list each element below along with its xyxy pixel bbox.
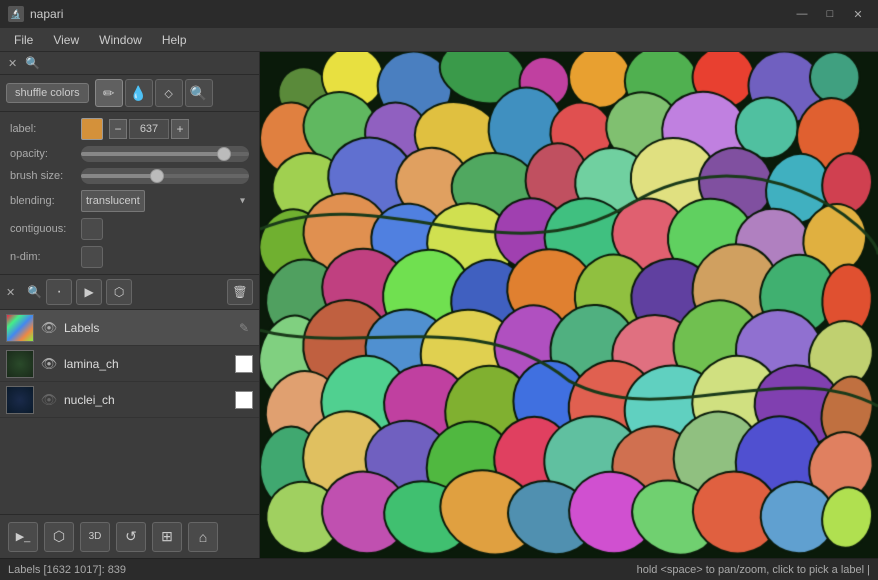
trash-icon: 🗑 xyxy=(232,285,247,299)
grid-button[interactable]: ⊞ xyxy=(152,522,182,552)
ndim-toggle[interactable] xyxy=(81,246,103,268)
erase-button[interactable]: ◇ xyxy=(155,79,183,107)
plugin-icon: ⬡ xyxy=(53,528,65,545)
close-button[interactable]: ✕ xyxy=(846,5,870,23)
3d-button[interactable]: 3D xyxy=(80,522,110,552)
blending-row: blending: translucent additive opaque xyxy=(10,190,249,212)
minimize-button[interactable]: — xyxy=(790,5,814,23)
layer-item-labels[interactable]: 👁 Labels ✎ xyxy=(0,310,259,346)
label-decrement-button[interactable]: − xyxy=(109,119,127,139)
grid-icon: ⊞ xyxy=(161,528,173,545)
opacity-label: opacity: xyxy=(10,148,75,160)
main-canvas[interactable] xyxy=(260,52,878,558)
zoom-icon: 🔍 xyxy=(190,85,207,102)
window-title: napari xyxy=(30,7,63,21)
erase-icon: ◇ xyxy=(164,87,172,100)
layer-close-icon[interactable]: ✕ xyxy=(6,286,15,299)
point-tool-button[interactable]: · xyxy=(46,279,72,305)
contiguous-label: contiguous: xyxy=(10,223,75,235)
layer-thumbnail-labels xyxy=(6,314,34,342)
layer-toolbar: ✕ 🔍 · ▶ ⬡ 🗑 xyxy=(0,275,259,310)
menubar: File View Window Help xyxy=(0,28,878,52)
zoom-button[interactable]: 🔍 xyxy=(185,79,213,107)
blending-select-wrapper: translucent additive opaque xyxy=(81,190,249,212)
home-icon: ⌂ xyxy=(199,529,207,545)
brush-size-label: brush size: xyxy=(10,170,75,182)
label-row: label: − 637 + xyxy=(10,118,249,140)
app-icon: 🔬 xyxy=(8,6,24,22)
label-number-control: − 637 + xyxy=(109,119,189,139)
titlebar: 🔬 napari — □ ✕ xyxy=(0,0,878,28)
statusbar: Labels [1632 1017]: 839 hold <space> to … xyxy=(0,558,878,580)
label-text-label: label: xyxy=(10,123,75,135)
blending-label: blending: xyxy=(10,195,75,207)
delete-area: 🗑 xyxy=(227,279,253,305)
layer-thumbnail-nuclei xyxy=(6,386,34,414)
brush-size-row: brush size: xyxy=(10,168,249,184)
contiguous-toggle[interactable] xyxy=(81,218,103,240)
statusbar-right: hold <space> to pan/zoom, click to pick … xyxy=(637,564,870,576)
polygon-icon: ⬡ xyxy=(114,285,124,299)
layer-visibility-nuclei[interactable]: 👁 xyxy=(40,391,58,409)
label-increment-button[interactable]: + xyxy=(171,119,189,139)
main-layout: ✕ 🔍 shuffle colors ✏ 💧 ◇ 🔍 label: xyxy=(0,52,878,558)
left-panel: ✕ 🔍 shuffle colors ✏ 💧 ◇ 🔍 label: xyxy=(0,52,260,558)
point-icon: · xyxy=(57,283,62,301)
paint-brush-icon: ✏ xyxy=(103,85,115,102)
plugin-button[interactable]: ⬡ xyxy=(44,522,74,552)
panel-close-icon[interactable]: ✕ xyxy=(8,57,17,70)
ndim-label: n-dim: xyxy=(10,251,75,263)
layer-edit-icon-labels: ✎ xyxy=(235,319,253,337)
layer-color-indicator-lamina xyxy=(235,355,253,373)
contiguous-row: contiguous: xyxy=(10,218,249,240)
layer-item-nuclei[interactable]: 👁 nuclei_ch xyxy=(0,382,259,418)
menu-window[interactable]: Window xyxy=(89,31,152,49)
titlebar-controls: — □ ✕ xyxy=(790,5,870,23)
layer-name-lamina: lamina_ch xyxy=(64,357,235,371)
layer-search-icon[interactable]: 🔍 xyxy=(27,285,42,299)
layers-list: 👁 Labels ✎ 👁 lamina_ch 👁 nuclei_ch xyxy=(0,310,259,514)
arrow-icon: ▶ xyxy=(85,285,94,299)
layer-visibility-labels[interactable]: 👁 xyxy=(40,319,58,337)
panel-search-row: ✕ 🔍 xyxy=(0,52,259,75)
rotate-button[interactable]: ↺ xyxy=(116,522,146,552)
menu-file[interactable]: File xyxy=(4,31,43,49)
opacity-slider[interactable] xyxy=(81,146,249,162)
label-value-display: 637 xyxy=(129,119,169,139)
blending-select[interactable]: translucent additive opaque xyxy=(81,190,145,212)
layer-panel: ✕ 🔍 · ▶ ⬡ 🗑 xyxy=(0,275,259,558)
label-color-swatch[interactable] xyxy=(81,118,103,140)
3d-icon: 3D xyxy=(89,531,102,542)
layer-name-nuclei: nuclei_ch xyxy=(64,393,235,407)
console-icon: ▶_ xyxy=(16,530,31,543)
menu-view[interactable]: View xyxy=(43,31,89,49)
bottom-toolbar: ▶_ ⬡ 3D ↺ ⊞ ⌂ xyxy=(0,514,259,558)
panel-search-icon[interactable]: 🔍 xyxy=(25,56,40,70)
label-controls: label: − 637 + opacity: brush si xyxy=(0,112,259,275)
titlebar-left: 🔬 napari xyxy=(8,6,63,22)
paint-brush-button[interactable]: ✏ xyxy=(95,79,123,107)
maximize-button[interactable]: □ xyxy=(818,5,842,23)
tools-row: shuffle colors ✏ 💧 ◇ 🔍 xyxy=(0,75,259,112)
opacity-row: opacity: xyxy=(10,146,249,162)
layer-visibility-lamina[interactable]: 👁 xyxy=(40,355,58,373)
polygon-tool-button[interactable]: ⬡ xyxy=(106,279,132,305)
statusbar-left: Labels [1632 1017]: 839 xyxy=(8,564,126,576)
layer-name-labels: Labels xyxy=(64,321,235,335)
fill-button[interactable]: 💧 xyxy=(125,79,153,107)
rotate-icon: ↺ xyxy=(125,528,137,545)
shuffle-colors-button[interactable]: shuffle colors xyxy=(6,83,89,103)
brush-size-slider[interactable] xyxy=(81,168,249,184)
canvas-area[interactable] xyxy=(260,52,878,558)
console-button[interactable]: ▶_ xyxy=(8,522,38,552)
delete-layer-button[interactable]: 🗑 xyxy=(227,279,253,305)
layer-thumbnail-lamina xyxy=(6,350,34,378)
layer-color-indicator-nuclei xyxy=(235,391,253,409)
layer-item-lamina[interactable]: 👁 lamina_ch xyxy=(0,346,259,382)
arrow-tool-button[interactable]: ▶ xyxy=(76,279,102,305)
fill-icon: 💧 xyxy=(130,85,147,102)
ndim-row: n-dim: xyxy=(10,246,249,268)
home-button[interactable]: ⌂ xyxy=(188,522,218,552)
menu-help[interactable]: Help xyxy=(152,31,197,49)
